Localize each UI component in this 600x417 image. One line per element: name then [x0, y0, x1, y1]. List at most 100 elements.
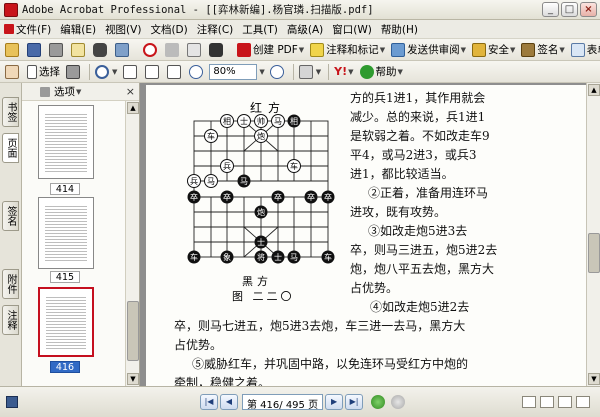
zoom-out-icon: [189, 64, 204, 79]
menu-bar: 文件(F) 编辑(E) 视图(V) 文档(D) 注释(C) 工具(T) 高级(A…: [0, 20, 600, 39]
options-menu[interactable]: 选项: [54, 84, 75, 99]
scroll-up-arrow[interactable]: ▲: [588, 84, 600, 96]
menu-view[interactable]: 视图(V): [105, 22, 141, 37]
chevron-down-icon[interactable]: ▼: [76, 88, 81, 96]
sign-button[interactable]: 签名 ▼: [519, 41, 566, 59]
menu-comments[interactable]: 注释(C): [197, 22, 234, 37]
scroll-thumb[interactable]: [127, 301, 139, 361]
single-page-icon[interactable]: [522, 396, 536, 408]
trash-icon[interactable]: [40, 86, 50, 97]
send-review-button[interactable]: 发送供审阅 ▼: [389, 41, 468, 59]
go-back-icon[interactable]: [371, 395, 386, 409]
email-button[interactable]: [69, 41, 89, 59]
previous-page-button[interactable]: ◀: [220, 394, 238, 410]
scroll-down-arrow[interactable]: ▼: [127, 373, 139, 385]
svg-text:士: 士: [240, 116, 248, 126]
document-scrollbar[interactable]: ▲ ▼: [586, 83, 600, 386]
page-layout-buttons: [522, 396, 590, 408]
select-tool-button[interactable]: 选择: [25, 63, 62, 81]
red-piece: 炮: [254, 129, 268, 143]
view-toolbar: 选择 ▼ 80% ▼ ▼ Y! ▼ 帮助 ▼: [0, 61, 600, 83]
yahoo-button[interactable]: Y! ▼: [332, 63, 355, 81]
open-button[interactable]: [3, 41, 23, 59]
first-page-button[interactable]: |◀: [200, 394, 218, 410]
go-forward-icon[interactable]: [391, 395, 406, 409]
tab-signatures[interactable]: 签名: [2, 201, 19, 231]
cut-button[interactable]: [163, 41, 183, 59]
page-number-input[interactable]: 第 416/ 495 页: [242, 394, 324, 411]
chevron-down-icon: ▼: [298, 45, 305, 54]
pages-panel: 选项 ▼ × 414 415 416 ▲ ▼: [22, 83, 140, 386]
link-button[interactable]: [113, 41, 133, 59]
hand-tool-button[interactable]: [3, 63, 23, 81]
title-bar: Adobe Acrobat Professional - [[弈林新编].杨官璘…: [0, 0, 600, 20]
actual-size-button[interactable]: [121, 63, 141, 81]
text-line: 占优势。: [350, 281, 399, 295]
panel-scrollbar[interactable]: ▲ ▼: [125, 101, 139, 386]
snapshot-button[interactable]: [64, 63, 84, 81]
menu-edit[interactable]: 编辑(E): [60, 22, 96, 37]
panel-close-button[interactable]: ×: [126, 85, 135, 98]
page-thumbnail[interactable]: [38, 197, 94, 269]
printer-icon: [49, 42, 63, 57]
next-page-button[interactable]: ▶: [325, 394, 344, 410]
zoom-in-button[interactable]: [268, 63, 288, 81]
facing-icon[interactable]: [558, 396, 572, 408]
chevron-down-icon[interactable]: ▼: [259, 68, 264, 76]
svg-text:相: 相: [290, 116, 298, 126]
tab-attachments[interactable]: 附件: [2, 269, 19, 299]
copy-button[interactable]: [185, 41, 205, 59]
chess-diagram: 相 士 帅 马 车 炮 兵 车 兵 马 相 卒 卒 卒 卒 马 炮 士 车 象 …: [186, 113, 336, 265]
tab-pages[interactable]: 页面: [2, 133, 19, 163]
zoom-out-button[interactable]: [187, 63, 207, 81]
zoom-tool-button[interactable]: ▼: [93, 63, 119, 81]
continuous-facing-icon[interactable]: [576, 396, 590, 408]
zoom-input[interactable]: 80%: [209, 63, 258, 80]
document-view[interactable]: 红方 相 士 帅 马 车 炮 兵 车 兵 马 相 卒 卒 卒 卒 马 炮 士 车…: [140, 83, 586, 386]
forms-button[interactable]: 表单▼: [569, 41, 600, 59]
fit-page-button[interactable]: [143, 63, 163, 81]
menu-document[interactable]: 文档(D): [150, 22, 187, 37]
tab-comments[interactable]: 注释: [2, 305, 19, 335]
menu-advanced[interactable]: 高级(A): [287, 22, 323, 37]
tab-bookmarks[interactable]: 书签: [2, 97, 19, 127]
fit-width-button[interactable]: [165, 63, 185, 81]
menu-tools[interactable]: 工具(T): [242, 22, 278, 37]
continuous-icon[interactable]: [540, 396, 554, 408]
scissors-icon: [165, 42, 179, 57]
rotate-button[interactable]: ▼: [297, 63, 323, 81]
text-line: 进攻，既有攻势。: [350, 205, 447, 219]
binoculars-icon: [93, 42, 107, 57]
stamp-button[interactable]: [141, 41, 161, 59]
create-pdf-button[interactable]: 创建 PDF ▼: [235, 41, 306, 59]
scroll-down-arrow[interactable]: ▼: [588, 373, 600, 385]
page-thumbnail-active[interactable]: [38, 287, 94, 357]
secure-button[interactable]: 安全 ▼: [470, 41, 517, 59]
menu-file[interactable]: 文件(F): [4, 22, 51, 37]
minimize-button[interactable]: _: [542, 2, 559, 17]
maximize-button[interactable]: □: [561, 2, 578, 17]
menu-help[interactable]: 帮助(H): [381, 22, 418, 37]
red-piece: 帅: [254, 114, 268, 128]
svg-text:马: 马: [207, 177, 215, 186]
svg-text:兵: 兵: [190, 176, 198, 186]
save-button[interactable]: [25, 41, 45, 59]
search-button[interactable]: [91, 41, 111, 59]
help-button[interactable]: 帮助 ▼: [358, 63, 405, 81]
comment-markup-button[interactable]: 注释和标记 ▼: [308, 41, 387, 59]
svg-text:马: 马: [290, 253, 298, 262]
svg-text:马: 马: [274, 117, 282, 126]
save-icon: [27, 42, 41, 57]
text-line: 占优势。: [174, 338, 223, 352]
chevron-down-icon: ▼: [348, 67, 354, 76]
last-page-button[interactable]: ▶|: [345, 394, 364, 410]
close-button[interactable]: ×: [580, 2, 597, 17]
find-button[interactable]: [207, 41, 227, 59]
print-button[interactable]: [47, 41, 67, 59]
page-thumbnail[interactable]: [38, 105, 94, 179]
menu-window[interactable]: 窗口(W): [332, 22, 372, 37]
red-piece: 相: [220, 114, 234, 128]
scroll-up-arrow[interactable]: ▲: [127, 102, 139, 114]
black-piece: 卒: [321, 190, 335, 204]
scroll-thumb[interactable]: [588, 233, 600, 273]
